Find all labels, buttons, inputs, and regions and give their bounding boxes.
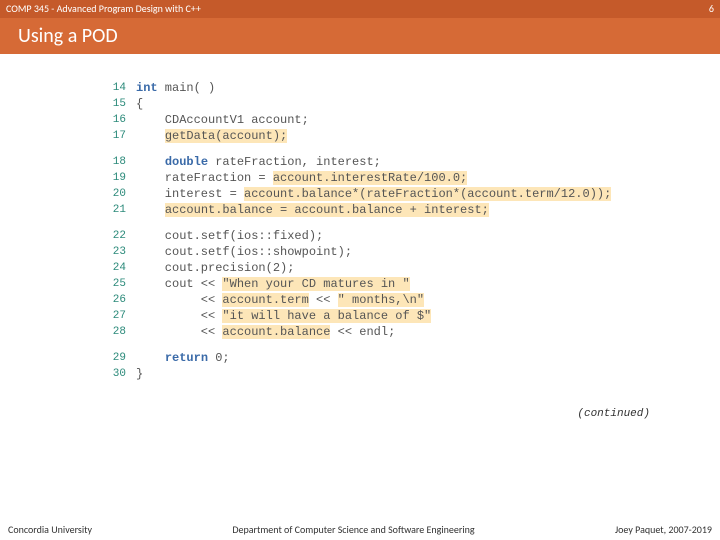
line-number: 17 [110,128,136,144]
code-text: << "it will have a balance of $" [136,308,431,324]
footer-center: Department of Computer Science and Softw… [92,523,615,536]
code-text: return 0; [136,350,230,366]
continued-label: (continued) [577,408,650,420]
footer-left: Concordia University [8,523,92,536]
code-text: cout << "When your CD matures in " [136,276,410,292]
top-bar: COMP 345 - Advanced Program Design with … [0,0,720,18]
footer: Concordia University Department of Compu… [0,518,720,540]
code-text: interest = account.balance*(rateFraction… [136,186,611,202]
code-text: { [136,96,143,112]
code-line: 23 cout.setf(ios::showpoint); [110,244,630,260]
line-number: 24 [110,260,136,276]
code-text: CDAccountV1 account; [136,112,309,128]
code-text: } [136,366,143,382]
code-text: cout.setf(ios::showpoint); [136,244,352,260]
code-block: 18 double rateFraction, interest;19 rate… [110,154,630,218]
line-number: 28 [110,324,136,340]
code-text: cout.precision(2); [136,260,294,276]
line-number: 14 [110,80,136,96]
line-number: 25 [110,276,136,292]
code-line: 19 rateFraction = account.interestRate/1… [110,170,630,186]
line-number: 15 [110,96,136,112]
code-line: 21 account.balance = account.balance + i… [110,202,630,218]
code-line: 25 cout << "When your CD matures in " [110,276,630,292]
code-line: 22 cout.setf(ios::fixed); [110,228,630,244]
code-line: 26 << account.term << " months,\n" [110,292,630,308]
code-text: cout.setf(ios::fixed); [136,228,323,244]
code-line: 15{ [110,96,630,112]
line-number: 16 [110,112,136,128]
code-text: double rateFraction, interest; [136,154,381,170]
code-line: 20 interest = account.balance*(rateFract… [110,186,630,202]
line-number: 21 [110,202,136,218]
footer-right: Joey Paquet, 2007-2019 [615,523,712,536]
line-number: 26 [110,292,136,308]
code-line: 14int main( ) [110,80,630,96]
code-line: 29 return 0; [110,350,630,366]
code-line: 28 << account.balance << endl; [110,324,630,340]
code-line: 16 CDAccountV1 account; [110,112,630,128]
code-text: rateFraction = account.interestRate/100.… [136,170,467,186]
line-number: 20 [110,186,136,202]
code-block: 22 cout.setf(ios::fixed);23 cout.setf(io… [110,228,630,340]
code-text: account.balance = account.balance + inte… [136,202,489,218]
line-number: 19 [110,170,136,186]
code-text: << account.balance << endl; [136,324,395,340]
slide-title: Using a POD [0,18,720,54]
code-area: 14int main( )15{16 CDAccountV1 account;1… [110,80,630,392]
line-number: 27 [110,308,136,324]
code-text: << account.term << " months,\n" [136,292,424,308]
line-number: 29 [110,350,136,366]
page-number: 6 [709,0,714,18]
code-block: 14int main( )15{16 CDAccountV1 account;1… [110,80,630,144]
slide: COMP 345 - Advanced Program Design with … [0,0,720,540]
code-line: 24 cout.precision(2); [110,260,630,276]
code-line: 27 << "it will have a balance of $" [110,308,630,324]
line-number: 30 [110,366,136,382]
line-number: 18 [110,154,136,170]
code-line: 30} [110,366,630,382]
code-line: 17 getData(account); [110,128,630,144]
code-text: int main( ) [136,80,215,96]
code-block: 29 return 0;30} [110,350,630,382]
code-line: 18 double rateFraction, interest; [110,154,630,170]
code-text: getData(account); [136,128,287,144]
line-number: 22 [110,228,136,244]
course-label: COMP 345 - Advanced Program Design with … [6,0,201,18]
line-number: 23 [110,244,136,260]
